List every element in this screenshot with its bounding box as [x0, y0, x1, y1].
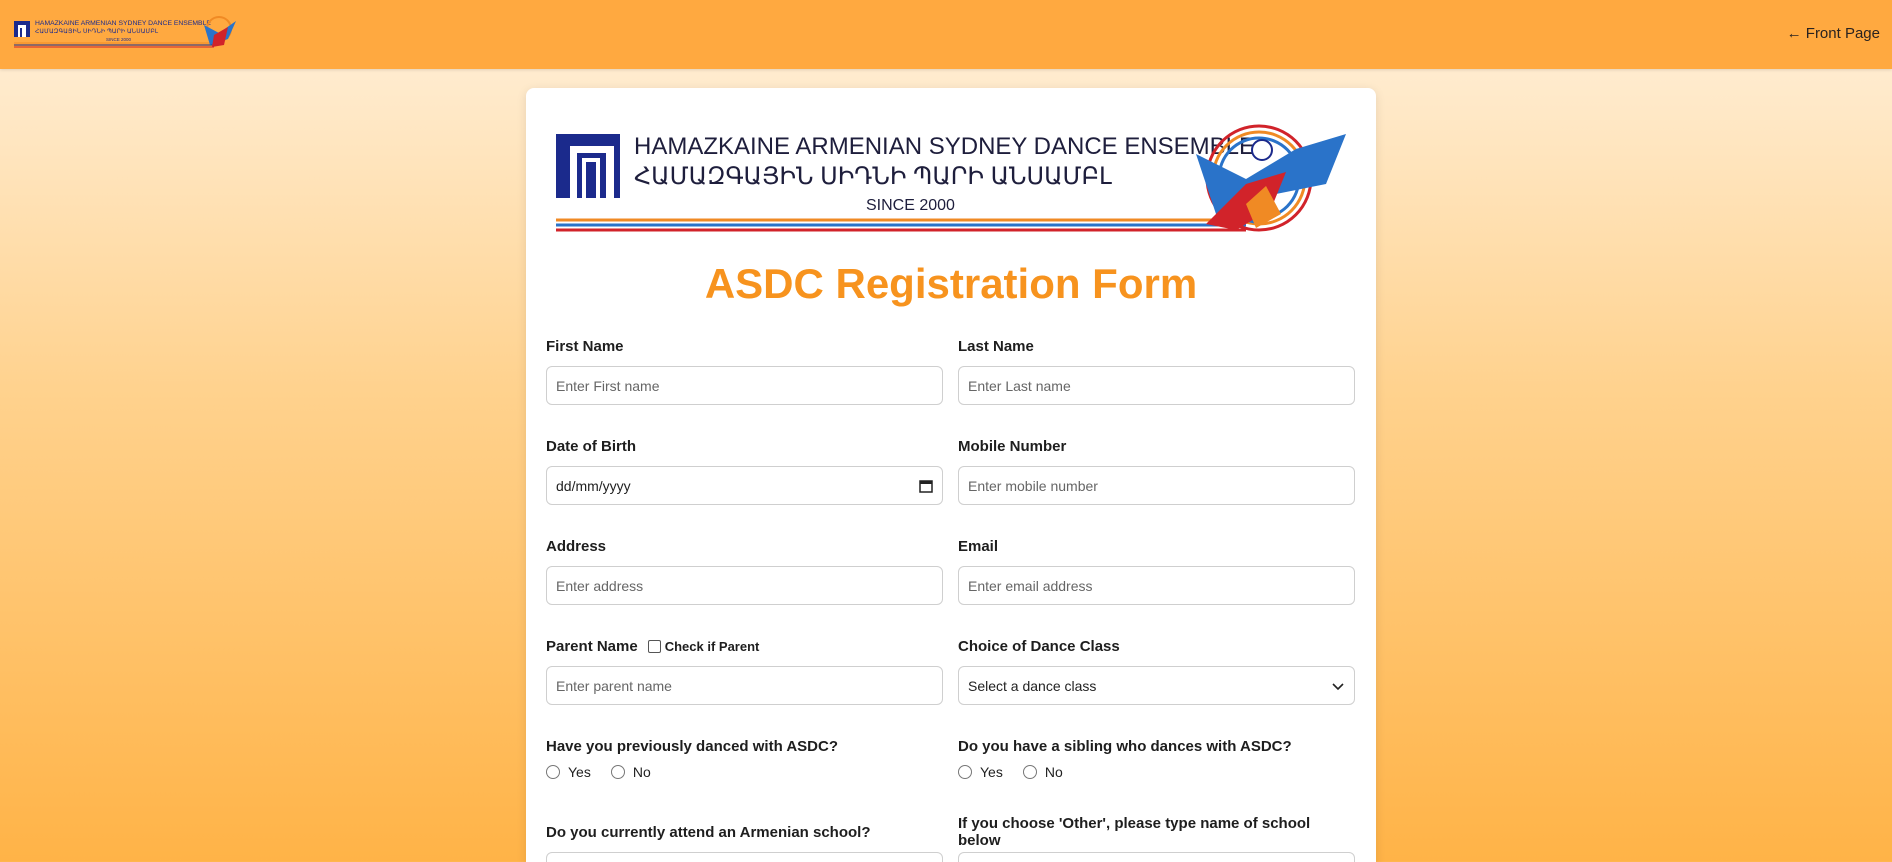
other-school-group: If you choose 'Other', please type name …	[958, 815, 1355, 862]
svg-text:ՀԱՄԱԶԳԱՅԻՆ ՍԻԴՆԻ ՊԱՐԻ ԱՆՍԱՄԲԼ: ՀԱՄԱԶԳԱՅԻՆ ՍԻԴՆԻ ՊԱՐԻ ԱՆՍԱՄԲԼ	[634, 163, 1112, 190]
last-name-input[interactable]	[958, 366, 1355, 405]
dance-class-group: Choice of Dance Class Select a dance cla…	[958, 636, 1355, 705]
ensemble-logo-small[interactable]: HAMAZKAINE ARMENIAN SYDNEY DANCE ENSEMBL…	[14, 15, 248, 51]
address-group: Address	[546, 536, 943, 605]
sibling-label: Do you have a sibling who dances with AS…	[958, 737, 1292, 755]
armenian-school-label: Do you currently attend an Armenian scho…	[546, 823, 871, 841]
dob-value: dd/mm/yyyy	[556, 477, 631, 494]
svg-text:SINCE 2000: SINCE 2000	[106, 37, 132, 42]
radio-button[interactable]	[610, 765, 625, 779]
first-name-group: First Name	[546, 336, 943, 405]
danced-before-no[interactable]: No	[610, 764, 651, 780]
radio-label: Yes	[980, 764, 1003, 780]
sibling-yes[interactable]: Yes	[958, 764, 1003, 780]
registration-card: HAMAZKAINE ARMENIAN SYDNEY DANCE ENSEMBL…	[526, 88, 1376, 862]
email-group: Email	[958, 536, 1355, 605]
parent-checkbox[interactable]	[647, 639, 661, 653]
parent-name-input[interactable]	[546, 666, 943, 705]
danced-before-yes[interactable]: Yes	[546, 764, 591, 780]
form-title: ASDC Registration Form	[704, 260, 1198, 307]
svg-text:SINCE 2000: SINCE 2000	[866, 197, 955, 214]
email-input[interactable]	[958, 566, 1355, 605]
radio-label: Yes	[568, 764, 591, 780]
email-label: Email	[958, 537, 999, 555]
danced-before-radios: Yes No	[546, 764, 943, 780]
dance-class-select[interactable]: Select a dance class	[958, 666, 1355, 705]
first-name-input[interactable]	[546, 366, 943, 405]
sibling-no[interactable]: No	[1022, 764, 1063, 780]
other-school-label: If you choose 'Other', please type name …	[958, 815, 1311, 849]
parent-group: Parent Name Check if Parent	[546, 636, 943, 705]
danced-before-group: Have you previously danced with ASDC? Ye…	[546, 736, 943, 780]
armenian-school-select[interactable]	[546, 852, 943, 862]
last-name-label: Last Name	[958, 337, 1034, 355]
sibling-group: Do you have a sibling who dances with AS…	[958, 736, 1355, 780]
radio-label: No	[632, 764, 651, 780]
radio-button[interactable]	[958, 765, 972, 779]
calendar-icon[interactable]	[919, 479, 933, 493]
dob-label: Date of Birth	[546, 437, 636, 455]
parent-checkbox-label: Check if Parent	[664, 638, 760, 654]
address-label: Address	[546, 537, 607, 555]
parent-name-label: Parent Name	[546, 637, 638, 655]
radio-button[interactable]	[546, 765, 560, 779]
svg-text:HAMAZKAINE ARMENIAN SYDNEY DAN: HAMAZKAINE ARMENIAN SYDNEY DANCE ENSEMBL…	[634, 133, 1255, 160]
last-name-group: Last Name	[958, 336, 1355, 405]
svg-text:HAMAZKAINE ARMENIAN SYDNEY DAN: HAMAZKAINE ARMENIAN SYDNEY DANCE ENSEMBL…	[35, 20, 211, 27]
front-page-link[interactable]: ← Front Page	[1787, 25, 1880, 42]
armenian-school-group: Do you currently attend an Armenian scho…	[546, 822, 943, 862]
mobile-input[interactable]	[958, 466, 1355, 505]
radio-label: No	[1044, 764, 1063, 780]
top-navbar: HAMAZKAINE ARMENIAN SYDNEY DANCE ENSEMBL…	[0, 0, 1892, 69]
chevron-down-icon	[1332, 682, 1344, 690]
first-name-label: First Name	[546, 337, 624, 355]
sibling-radios: Yes No	[958, 764, 1355, 780]
other-school-input[interactable]	[958, 852, 1355, 862]
ensemble-banner-logo: HAMAZKAINE ARMENIAN SYDNEY DANCE ENSEMBL…	[556, 124, 1346, 232]
address-input[interactable]	[546, 566, 943, 605]
dob-input[interactable]: dd/mm/yyyy	[546, 466, 943, 505]
parent-label-row: Parent Name Check if Parent	[546, 636, 943, 656]
mobile-group: Mobile Number	[958, 436, 1355, 505]
dance-class-label: Choice of Dance Class	[958, 637, 1120, 655]
dob-group: Date of Birth dd/mm/yyyy	[546, 436, 943, 505]
danced-before-label: Have you previously danced with ASDC?	[546, 737, 839, 755]
dance-class-selected: Select a dance class	[968, 677, 1097, 694]
radio-button[interactable]	[1022, 765, 1037, 779]
check-if-parent[interactable]: Check if Parent	[647, 638, 760, 654]
svg-text:ՀԱՄԱԶԳԱՅԻՆ ՍԻԴՆԻ ՊԱՐԻ ԱՆՍԱՄԲԼ: ՀԱՄԱԶԳԱՅԻՆ ՍԻԴՆԻ ՊԱՐԻ ԱՆՍԱՄԲԼ	[35, 28, 159, 35]
mobile-label: Mobile Number	[958, 437, 1067, 455]
